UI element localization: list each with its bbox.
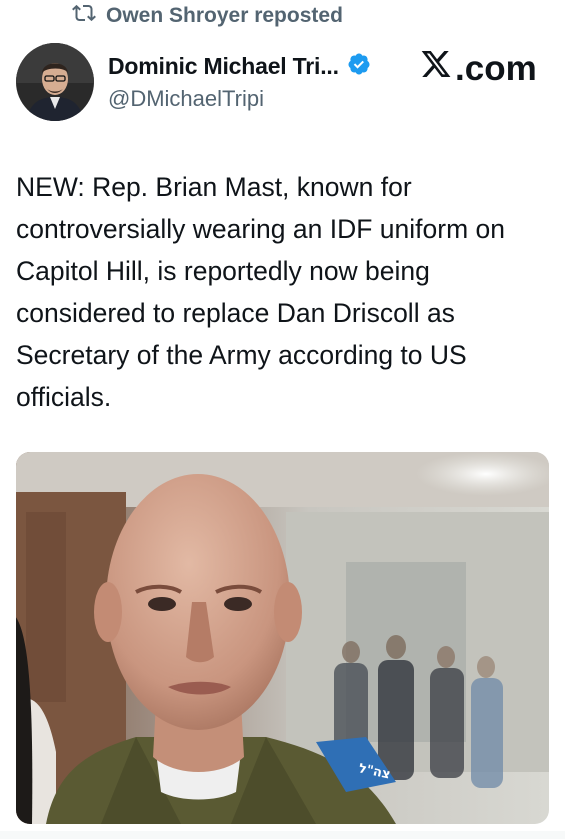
avatar[interactable] <box>16 43 94 121</box>
repost-label: Owen Shroyer reposted <box>106 4 343 27</box>
author-name[interactable]: Dominic Michael Tri... <box>108 53 339 80</box>
tweet-text: NEW: Rep. Brian Mast, known for controve… <box>16 172 505 412</box>
verified-badge-icon <box>347 52 371 81</box>
author-row: Dominic Michael Tri... <box>108 52 371 81</box>
x-brand: .com <box>420 48 537 89</box>
repost-header[interactable]: Owen Shroyer reposted <box>72 2 343 30</box>
divider <box>0 831 565 839</box>
repost-icon <box>72 1 96 31</box>
x-logo-icon <box>420 48 452 89</box>
photo[interactable]: צה"ל <box>16 452 549 824</box>
brand-domain: .com <box>455 48 537 88</box>
author-handle[interactable]: @DMichaelTripi <box>108 86 264 112</box>
